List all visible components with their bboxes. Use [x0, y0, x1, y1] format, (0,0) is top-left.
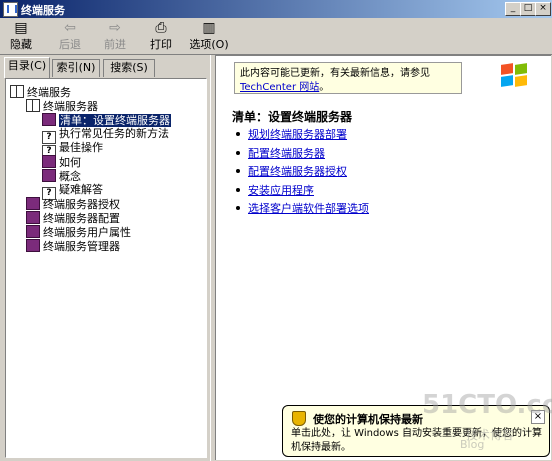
close-button[interactable]: ×: [535, 2, 551, 16]
windows-logo-icon: [501, 63, 529, 88]
link-plan-deployment[interactable]: 规划终端服务器部署: [248, 128, 347, 141]
tree-item-label: 终端服务器授权: [43, 198, 120, 211]
options-button[interactable]: ▥ 选项(O): [188, 20, 230, 52]
hide-icon: ▤: [14, 20, 28, 36]
bullet-icon: [236, 169, 240, 173]
update-balloon[interactable]: 使您的计算机保持最新 × 单击此处，让 Windows 自动安装重要更新，使您的…: [282, 405, 550, 457]
navigation-pane: 目录(C) 索引(N) 搜索(S) 终端服务 终端服务器 清单：设置终端服务器 …: [0, 55, 210, 461]
techcenter-link[interactable]: TechCenter 网站: [240, 82, 319, 93]
list-item: 配置终端服务器: [236, 145, 369, 164]
tree-item[interactable]: ? 最佳操作: [42, 141, 103, 158]
print-button[interactable]: ⎙ 打印: [146, 20, 176, 52]
tree-item[interactable]: 终端服务器: [26, 99, 98, 113]
tree-item-label: 如何: [59, 156, 81, 169]
hide-button[interactable]: ▤ 隐藏: [6, 20, 36, 52]
link-client-deployment[interactable]: 选择客户端软件部署选项: [248, 202, 369, 215]
update-notice: 此内容可能已更新，有关最新信息，请参见 TechCenter 网站。: [234, 62, 462, 94]
options-icon: ▥: [202, 20, 216, 36]
book-closed-icon: [42, 113, 56, 126]
bullet-icon: [236, 150, 240, 155]
topic-pane: 此内容可能已更新，有关最新信息，请参见 TechCenter 网站。 清单：设置…: [215, 55, 551, 460]
hide-label: 隐藏: [10, 38, 32, 51]
book-open-icon: [26, 99, 40, 112]
link-install-apps[interactable]: 安装应用程序: [248, 184, 314, 197]
tree-item-label: 终端服务用户属性: [43, 226, 131, 239]
notice-end: 。: [319, 82, 330, 93]
book-closed-icon: [26, 211, 40, 224]
tree-item[interactable]: 清单：设置终端服务器: [42, 113, 171, 127]
tree-item-label: 终端服务器配置: [43, 212, 120, 225]
tree-item-label: 最佳操作: [59, 141, 103, 154]
book-closed-icon: [42, 169, 56, 182]
tree-item[interactable]: 终端服务器授权: [26, 197, 120, 211]
tree-item-label: 疑难解答: [59, 183, 103, 196]
printer-icon: ⎙: [155, 20, 167, 36]
contents-tree[interactable]: 终端服务 终端服务器 清单：设置终端服务器 ? 执行常见任务的新方法 ? 最佳操作 …: [5, 78, 207, 458]
link-list: 规划终端服务器部署 配置终端服务器 配置终端服务器授权 安装应用程序 选择客户端…: [236, 126, 369, 219]
list-item: 规划终端服务器部署: [236, 126, 369, 145]
maximize-button[interactable]: □: [520, 2, 536, 16]
balloon-text: 单击此处，让 Windows 自动安装重要更新，使您的计算机保持最新。: [291, 428, 542, 453]
book-closed-icon: [26, 225, 40, 238]
tree-item[interactable]: ? 执行常见任务的新方法: [42, 127, 169, 144]
options-label: 选项(O): [189, 38, 229, 51]
minimize-button[interactable]: _: [505, 2, 521, 16]
back-button[interactable]: ⇦ 后退: [55, 20, 85, 52]
tree-item[interactable]: 概念: [42, 169, 81, 183]
link-configure-licensing[interactable]: 配置终端服务器授权: [248, 165, 347, 178]
tree-item-label: 终端服务器: [43, 100, 98, 113]
list-item: 选择客户端软件部署选项: [236, 200, 369, 219]
balloon-title: 使您的计算机保持最新: [313, 413, 423, 426]
security-shield-icon: [292, 411, 306, 426]
window-title: 终端服务: [21, 4, 65, 17]
tree-item[interactable]: 终端服务: [10, 85, 71, 99]
tree-item[interactable]: 终端服务用户属性: [26, 225, 131, 239]
title-bar: 终端服务 _ □ ×: [0, 0, 552, 18]
forward-label: 前进: [104, 38, 126, 51]
toolbar: ▤ 隐藏 ⇦ 后退 ⇨ 前进 ⎙ 打印 ▥ 选项(O): [0, 18, 552, 55]
tab-search[interactable]: 搜索(S): [103, 59, 155, 77]
back-label: 后退: [59, 38, 81, 51]
list-item: 安装应用程序: [236, 182, 369, 201]
bullet-icon: [236, 132, 240, 136]
page-title: 清单：设置终端服务器: [232, 110, 353, 124]
book-closed-icon: [26, 239, 40, 252]
print-label: 打印: [150, 38, 172, 51]
tree-item-label: 终端服务: [27, 86, 71, 99]
book-open-icon: [10, 85, 24, 98]
bullet-icon: [236, 206, 240, 210]
forward-button[interactable]: ⇨ 前进: [100, 20, 130, 52]
tree-item-label: 执行常见任务的新方法: [59, 127, 169, 140]
tree-item-label: 终端服务管理器: [43, 240, 120, 253]
forward-arrow-icon: ⇨: [109, 20, 121, 36]
book-closed-icon: [42, 155, 56, 168]
balloon-close-button[interactable]: ×: [531, 410, 545, 424]
tree-item[interactable]: 终端服务管理器: [26, 239, 120, 253]
tab-contents[interactable]: 目录(C): [4, 57, 50, 78]
link-configure-server[interactable]: 配置终端服务器: [248, 147, 325, 160]
notice-text: 此内容可能已更新，有关最新信息，请参见: [240, 68, 430, 79]
back-arrow-icon: ⇦: [64, 20, 76, 36]
book-closed-icon: [26, 197, 40, 210]
tree-item-label: 概念: [59, 170, 81, 183]
tree-item[interactable]: 终端服务器配置: [26, 211, 120, 225]
tab-index[interactable]: 索引(N): [52, 59, 100, 77]
bullet-icon: [236, 187, 240, 192]
help-book-icon: [3, 2, 18, 17]
tree-item-label: 清单：设置终端服务器: [59, 114, 171, 127]
tree-item[interactable]: 如何: [42, 155, 81, 169]
list-item: 配置终端服务器授权: [236, 163, 369, 182]
tree-item[interactable]: ? 疑难解答: [42, 183, 103, 200]
